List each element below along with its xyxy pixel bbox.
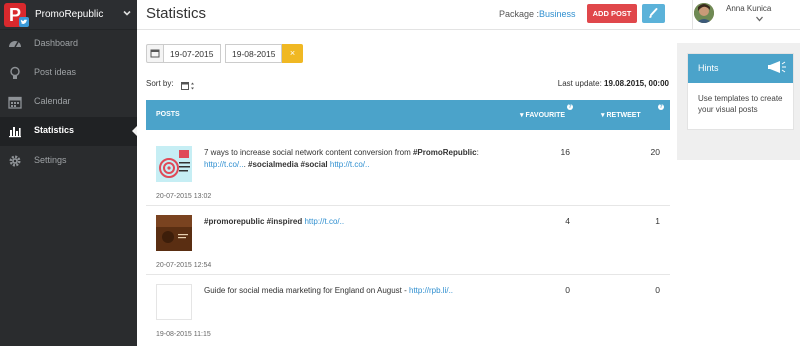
retweet-count: 20 xyxy=(650,147,660,157)
megaphone-icon xyxy=(767,60,787,74)
dashboard-icon xyxy=(8,37,22,51)
column-posts: POSTS xyxy=(156,111,180,118)
post-timestamp: 19-08-2015 11:15 xyxy=(156,331,211,338)
sidebar-item-calendar[interactable]: Calendar xyxy=(0,88,137,117)
calendar-icon xyxy=(8,95,22,109)
favourite-count: 16 xyxy=(560,147,570,157)
top-bar: Statistics Package : Business ADD POST A… xyxy=(137,0,800,30)
package-link[interactable]: Business xyxy=(539,9,576,19)
post-timestamp: 20-07-2015 13:02 xyxy=(156,193,212,200)
post-thumbnail[interactable] xyxy=(156,215,192,251)
post-link[interactable]: http://t.co/.. xyxy=(304,217,344,226)
sidebar-item-dashboard[interactable]: Dashboard xyxy=(0,30,137,59)
sidebar-item-post-ideas[interactable]: Post ideas xyxy=(0,59,137,88)
post-link[interactable]: http://t.co/.. xyxy=(330,160,370,169)
sidebar-item-label: Statistics xyxy=(34,125,75,135)
hints-body: Use templates to create your visual post… xyxy=(698,94,783,114)
last-update-value: 19.08.2015, 00:00 xyxy=(604,79,669,88)
post-timestamp: 20-07-2015 12:54 xyxy=(156,262,212,269)
gear-icon xyxy=(8,154,22,168)
bar-chart-icon xyxy=(8,124,22,138)
post-text: 7 ways to increase social network conten… xyxy=(204,148,479,169)
calendar-icon[interactable] xyxy=(146,44,164,63)
column-favourite[interactable]: ▾ FAVOURITE xyxy=(520,111,565,119)
post-link[interactable]: http://rpb.li/.. xyxy=(409,286,453,295)
post-text: Guide for social media marketing for Eng… xyxy=(204,286,454,295)
sidebar-item-statistics[interactable]: Statistics xyxy=(0,117,137,146)
table-row[interactable]: Guide for social media marketing for Eng… xyxy=(146,275,670,344)
sidebar-item-label: Post ideas xyxy=(34,67,77,77)
last-update-label: Last update: xyxy=(557,79,602,88)
column-retweet[interactable]: ▾ RETWEET xyxy=(601,111,641,119)
help-icon[interactable]: ? xyxy=(658,104,664,110)
brand-switcher[interactable]: P PromoRepublic xyxy=(0,0,137,30)
lightbulb-icon xyxy=(8,66,22,80)
right-panel: Hints Use templates to create your visua… xyxy=(677,43,800,160)
favourite-count: 4 xyxy=(565,216,570,226)
avatar[interactable] xyxy=(694,3,714,23)
table-header: POSTS ▾ FAVOURITE ? ▾ RETWEET ? xyxy=(146,100,670,130)
chevron-down-icon xyxy=(123,9,131,19)
post-text: #promorepublic #inspired http://t.co/.. xyxy=(204,217,345,226)
sidebar-item-settings[interactable]: Settings xyxy=(0,147,137,176)
sidebar-item-label: Dashboard xyxy=(34,38,79,48)
clear-dates-button[interactable]: × xyxy=(282,44,303,63)
divider xyxy=(692,0,693,30)
edit-button[interactable] xyxy=(642,4,665,23)
twitter-icon xyxy=(19,17,29,27)
post-thumbnail[interactable] xyxy=(156,146,192,182)
add-post-button[interactable]: ADD POST xyxy=(587,4,637,23)
statistics-main: × Sort by: Last update: 19.08.2015, 00:0… xyxy=(137,31,677,346)
table-row[interactable]: #promorepublic #inspired http://t.co/.. … xyxy=(146,206,670,275)
hints-title: Hints xyxy=(698,63,719,73)
sidebar-item-label: Settings xyxy=(34,155,67,165)
page-title: Statistics xyxy=(146,5,207,22)
user-name[interactable]: Anna Kunica xyxy=(726,4,771,13)
last-update: Last update: 19.08.2015, 00:00 xyxy=(558,79,669,88)
date-to-input[interactable] xyxy=(225,44,282,63)
chevron-down-icon[interactable] xyxy=(756,16,763,24)
post-link[interactable]: http://t.co/.. xyxy=(204,160,244,169)
retweet-count: 1 xyxy=(655,216,660,226)
brand-name: PromoRepublic xyxy=(35,9,104,20)
retweet-count: 0 xyxy=(655,285,660,295)
sort-by-date-icon[interactable] xyxy=(181,78,195,90)
date-from-input[interactable] xyxy=(164,44,221,63)
package-label: Package : xyxy=(499,9,540,19)
help-icon[interactable]: ? xyxy=(567,104,573,110)
sidebar-item-label: Calendar xyxy=(34,96,71,106)
sidebar: P PromoRepublic Dashboard Post ideas Cal… xyxy=(0,0,137,346)
post-thumbnail[interactable] xyxy=(156,284,192,320)
hints-header: Hints xyxy=(688,54,793,83)
sort-label: Sort by: xyxy=(146,79,174,88)
table-row[interactable]: 7 ways to increase social network conten… xyxy=(146,137,670,206)
favourite-count: 0 xyxy=(565,285,570,295)
hints-card: Hints Use templates to create your visua… xyxy=(687,53,794,130)
brush-icon xyxy=(649,8,658,18)
